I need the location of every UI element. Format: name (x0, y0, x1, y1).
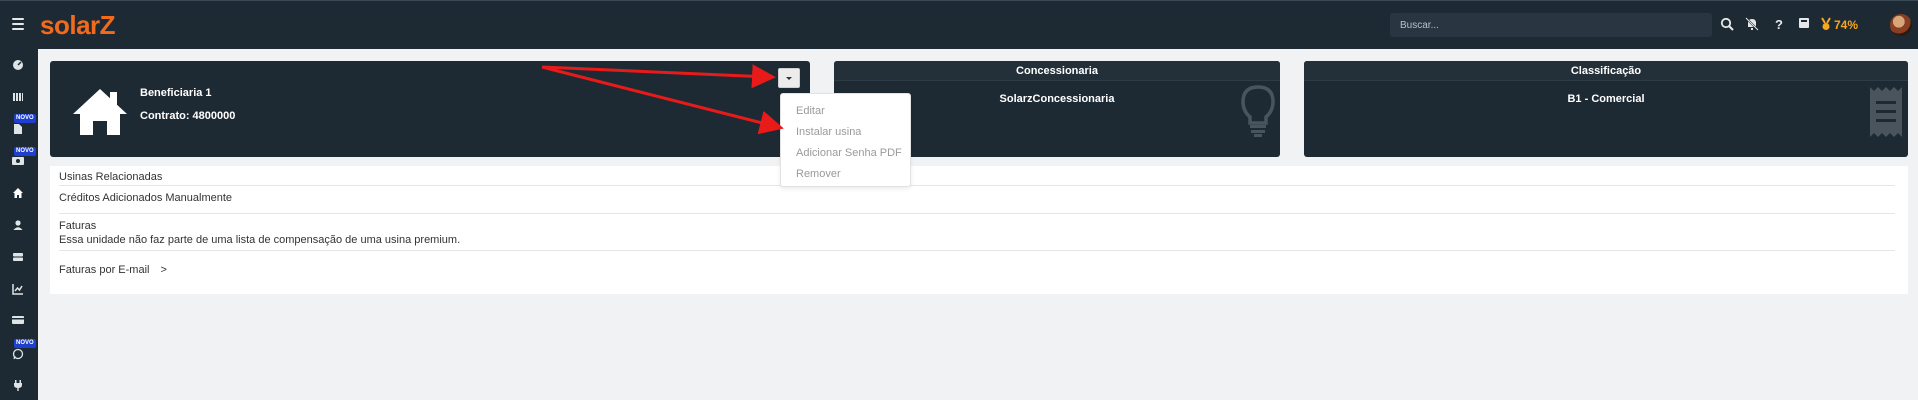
unit-contract: Contrato: 4800000 (140, 110, 236, 122)
chevron-right-icon: > (160, 264, 167, 276)
lightbulb-icon (1240, 85, 1276, 137)
divider (59, 213, 1895, 214)
unit-name: Beneficiaria 1 (140, 87, 212, 99)
home-icon[interactable] (11, 187, 25, 201)
classificacao-card: Classificação B1 - Comercial (1304, 61, 1908, 157)
menu-item-adicionar-senha-pdf[interactable]: Adicionar Senha PDF (781, 143, 910, 164)
calculator-icon[interactable] (1796, 17, 1812, 33)
novo-badge: NOVO (14, 147, 36, 156)
search-input[interactable] (1390, 13, 1712, 37)
avatar[interactable] (1890, 14, 1912, 36)
home-icon (72, 87, 128, 137)
search-icon[interactable] (1719, 17, 1735, 33)
card-title: Concessionaria (834, 61, 1280, 81)
menu-icon[interactable] (12, 18, 24, 30)
card-icon[interactable] (11, 315, 25, 329)
chart-icon[interactable] (11, 283, 25, 297)
divider (59, 185, 1895, 186)
bell-off-icon[interactable] (1744, 17, 1760, 33)
app-logo[interactable]: solarZ (40, 10, 116, 41)
progress-percent: 74% (1834, 18, 1859, 32)
menu-item-remover[interactable]: Remover (781, 164, 910, 185)
faturas-email[interactable]: Faturas por E-mail > (59, 264, 1895, 276)
whatsapp-icon[interactable] (11, 348, 25, 362)
menu-item-instalar-usina[interactable]: Instalar usina (781, 122, 910, 143)
plug-icon[interactable] (11, 379, 25, 393)
unit-details-panel: Usinas Relacionadas Créditos Adicionados… (50, 166, 1908, 294)
novo-badge: NOVO (14, 114, 36, 123)
money-icon[interactable] (11, 156, 25, 170)
list-icon[interactable] (11, 91, 25, 105)
sidebar: NOVO NOVO NOVO (0, 49, 38, 400)
novo-badge: NOVO (14, 339, 36, 348)
help-icon[interactable]: ? (1771, 17, 1787, 33)
actions-menu: Editar Instalar usina Adicionar Senha PD… (780, 93, 911, 187)
server-icon[interactable] (11, 251, 25, 265)
document-icon[interactable] (11, 123, 25, 137)
badge-icon[interactable] (1818, 17, 1834, 33)
faturas-title[interactable]: Faturas (59, 220, 1895, 232)
faturas-message: Essa unidade não faz parte de uma lista … (59, 234, 461, 246)
card-title: Classificação (1304, 61, 1908, 81)
receipt-icon (1868, 87, 1904, 137)
actions-dropdown-button[interactable] (778, 68, 800, 88)
divider (59, 250, 1895, 251)
top-bar: solarZ ? 74% (0, 0, 1918, 49)
usinas-relacionadas[interactable]: Usinas Relacionadas (59, 171, 1895, 183)
faturas-email-label: Faturas por E-mail (59, 264, 150, 276)
user-icon[interactable] (11, 219, 25, 233)
menu-item-editar[interactable]: Editar (781, 101, 910, 122)
unit-card: Beneficiaria 1 Contrato: 4800000 (50, 61, 810, 157)
creditos-manual[interactable]: Créditos Adicionados Manualmente (59, 192, 1895, 204)
classificacao-value: B1 - Comercial (1567, 93, 1645, 105)
dashboard-icon[interactable] (11, 59, 25, 73)
